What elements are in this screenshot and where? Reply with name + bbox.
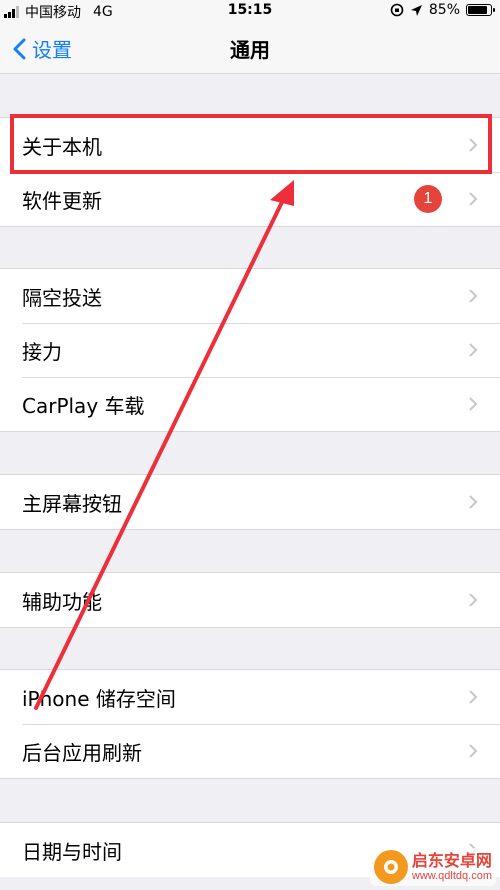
chevron-right-icon xyxy=(469,343,478,357)
chevron-right-icon xyxy=(469,192,478,206)
navigation-bar: 设置 通用 xyxy=(0,22,500,74)
row-label: 软件更新 xyxy=(22,188,102,213)
row-software-update[interactable]: 软件更新 1 xyxy=(0,172,500,226)
location-icon xyxy=(410,4,422,16)
battery-percent: 85% xyxy=(428,2,460,18)
chevron-right-icon xyxy=(469,593,478,607)
row-home-button[interactable]: 主屏幕按钮 xyxy=(0,475,500,529)
page-title: 通用 xyxy=(230,38,270,62)
row-iphone-storage[interactable]: iPhone 储存空间 xyxy=(0,670,500,724)
chevron-right-icon xyxy=(469,138,478,152)
row-label: 主屏幕按钮 xyxy=(22,491,122,516)
chevron-right-icon xyxy=(469,495,478,509)
row-handoff[interactable]: 接力 xyxy=(0,323,500,377)
row-accessibility[interactable]: 辅助功能 xyxy=(0,573,500,627)
watermark-text: 启东安卓网 www.qdltdq.com xyxy=(412,852,492,882)
row-label: 日期与时间 xyxy=(22,839,122,864)
row-about[interactable]: 关于本机 xyxy=(0,118,500,172)
battery-level xyxy=(468,6,487,14)
row-background-refresh[interactable]: 后台应用刷新 xyxy=(0,724,500,778)
status-right: 85% xyxy=(390,2,495,18)
watermark-url: www.qdltdq.com xyxy=(411,869,492,882)
chevron-right-icon xyxy=(469,744,478,758)
status-bar: 中国移动 4G 15:15 85% xyxy=(0,0,500,22)
update-badge: 1 xyxy=(414,185,442,213)
chevron-right-icon xyxy=(469,289,478,303)
row-label: 后台应用刷新 xyxy=(22,740,142,765)
row-carplay[interactable]: CarPlay 车载 xyxy=(0,377,500,431)
row-airdrop[interactable]: 隔空投送 xyxy=(0,269,500,323)
settings-group-home-button: 主屏幕按钮 xyxy=(0,474,500,530)
settings-group-accessibility: 辅助功能 xyxy=(0,572,500,628)
chevron-right-icon xyxy=(469,397,478,411)
chevron-right-icon xyxy=(469,690,478,704)
row-label: iPhone 储存空间 xyxy=(22,686,176,711)
row-label: 关于本机 xyxy=(22,134,102,159)
settings-group-about: 关于本机 软件更新 1 xyxy=(0,117,500,227)
row-label: CarPlay 车载 xyxy=(22,393,145,418)
settings-group-sharing: 隔空投送 接力 CarPlay 车载 xyxy=(0,268,500,432)
orientation-lock-icon xyxy=(390,3,404,17)
watermark: 启东安卓网 www.qdltdq.com xyxy=(369,848,496,886)
watermark-logo-icon xyxy=(373,850,408,884)
battery-icon xyxy=(466,4,495,16)
row-label: 隔空投送 xyxy=(22,285,102,310)
settings-group-storage: iPhone 储存空间 后台应用刷新 xyxy=(0,669,500,779)
row-label: 接力 xyxy=(22,339,62,364)
watermark-name: 启东安卓网 xyxy=(411,851,492,871)
row-label: 辅助功能 xyxy=(22,589,102,614)
